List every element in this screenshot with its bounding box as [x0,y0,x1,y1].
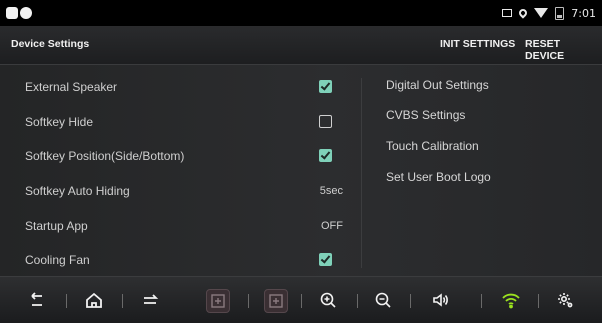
page-title: Device Settings [11,38,90,50]
digital-out-settings-link[interactable]: Digital Out Settings [386,78,489,92]
panel-divider [361,78,362,268]
setting-row-startup-app[interactable]: Startup App OFF [25,217,343,237]
nav-bar [0,276,602,323]
touch-calibration-link[interactable]: Touch Calibration [386,139,479,153]
status-icons: 7:01 [502,3,596,23]
clock: 7:01 [571,6,596,20]
nav-separator [66,294,67,308]
setting-row-softkey-auto-hiding[interactable]: Softkey Auto Hiding 5sec [25,182,343,202]
setting-value: 5sec [319,185,343,197]
setting-label: Softkey Hide [25,115,94,129]
reset-device-button[interactable]: RESET DEVICE [525,38,602,62]
circle-dot-icon [20,7,32,19]
location-icon [517,7,529,19]
setting-row-softkey-position[interactable]: Softkey Position(Side/Bottom) [25,147,343,167]
battery-icon [555,6,565,20]
home-icon[interactable] [79,285,109,315]
nav-separator [248,294,249,308]
checkbox[interactable] [319,253,332,266]
setting-row-cooling-fan[interactable]: Cooling Fan [25,251,343,271]
square-dot-icon [6,7,18,19]
back-icon[interactable] [22,285,52,315]
zoom-out-icon[interactable] [368,285,398,315]
init-settings-button[interactable]: INIT SETTINGS [440,38,515,50]
setting-row-external-speaker[interactable]: External Speaker [25,78,343,98]
header: Device Settings INIT SETTINGS RESET DEVI… [0,26,602,65]
status-bar: 7:01 [0,0,602,26]
checkbox[interactable] [319,115,332,128]
set-user-boot-logo-link[interactable]: Set User Boot Logo [386,170,491,184]
setting-label: Softkey Auto Hiding [25,184,130,198]
checkbox[interactable] [319,80,332,93]
nav-separator [301,294,302,308]
setting-row-softkey-hide[interactable]: Softkey Hide [25,113,343,133]
settings-icon[interactable] [550,285,580,315]
zoom-in-icon[interactable] [313,285,343,315]
switch-icon[interactable] [135,285,165,315]
wifi-icon [534,8,549,18]
cast-icon [502,9,513,17]
widget-icon[interactable] [264,289,288,313]
widget-icon[interactable] [206,289,230,313]
setting-label: External Speaker [25,80,118,94]
setting-label: Startup App [25,219,88,233]
nav-separator [357,294,358,308]
volume-icon[interactable] [425,285,455,315]
cvbs-settings-link[interactable]: CVBS Settings [386,108,465,122]
setting-value: OFF [321,220,343,232]
setting-label: Softkey Position(Side/Bottom) [25,149,185,163]
nav-separator [481,294,482,308]
nav-separator [538,294,539,308]
wifi-icon[interactable] [496,285,526,315]
nav-separator [122,294,123,308]
setting-label: Cooling Fan [25,253,90,267]
nav-separator [410,294,411,308]
checkbox[interactable] [319,149,332,162]
